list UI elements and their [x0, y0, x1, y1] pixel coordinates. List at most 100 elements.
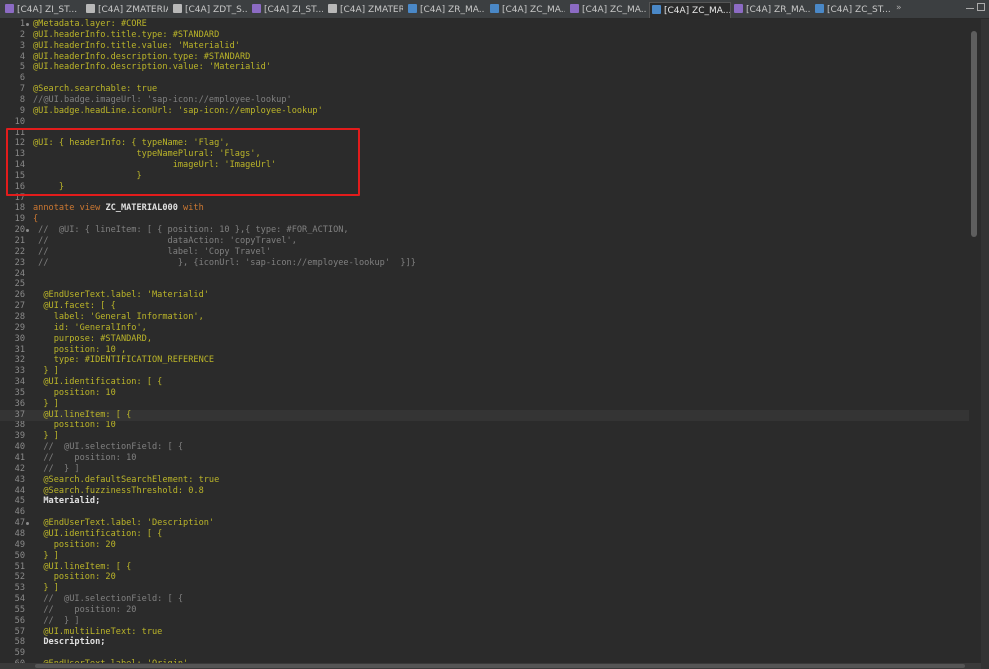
code-line[interactable]: 23 // }, {iconUrl: 'sap-icon://employee-…: [0, 258, 969, 269]
code-line[interactable]: 57 @UI.multiLineText: true: [0, 627, 969, 638]
code-line[interactable]: 25: [0, 279, 969, 290]
code-line[interactable]: 49 position: 20: [0, 540, 969, 551]
code-line[interactable]: 9 @UI.badge.headLine.iconUrl: 'sap-icon:/…: [0, 106, 969, 117]
code-editor[interactable]: 60 @EndUserText.label: 'Origin'5958 Desc…: [0, 19, 969, 663]
code-token: @UI.badge.headLine.iconUrl: 'sap-icon://…: [33, 105, 323, 116]
code-line[interactable]: 52 position: 20: [0, 572, 969, 583]
code-text: position: 10: [33, 420, 116, 431]
code-text: } ]: [33, 583, 59, 594]
vertical-scrollbar-thumb[interactable]: [971, 31, 977, 237]
code-line[interactable]: 44 @Search.fuzzinessThreshold: 0.8: [0, 486, 969, 497]
code-line[interactable]: 22 // label: 'Copy Travel': [0, 247, 969, 258]
code-line[interactable]: 29 id: 'GeneralInfo',: [0, 323, 969, 334]
tab-6[interactable]: [C4A] ZC_MA...: [488, 2, 565, 18]
code-line[interactable]: 48 @UI.identification: [ {: [0, 529, 969, 540]
line-number: 19: [14, 214, 25, 225]
code-line[interactable]: 40 // @UI.selectionField: [ {: [0, 442, 969, 453]
code-line[interactable]: 1 @Metadata.layer: #CORE: [0, 19, 969, 30]
tab-5[interactable]: [C4A] ZR_MA...: [406, 2, 485, 18]
code-line[interactable]: 39 } ]: [0, 431, 969, 442]
code-text: @UI.headerInfo.description.value: 'Mater…: [33, 62, 271, 73]
code-text: } ]: [33, 399, 59, 410]
fold-marker-icon[interactable]: [26, 229, 29, 233]
code-line[interactable]: 32 type: #IDENTIFICATION_REFERENCE: [0, 355, 969, 366]
tab-0[interactable]: [C4A] ZI_ST...: [3, 2, 81, 18]
code-line[interactable]: 38 position: 10: [0, 420, 969, 431]
code-token: Materialid;: [33, 496, 101, 507]
code-line[interactable]: 21 // dataAction: 'copyTravel',: [0, 236, 969, 247]
code-text: {: [33, 214, 38, 225]
code-text: purpose: #STANDARD,: [33, 334, 152, 345]
code-token: //@UI.badge.imageUrl: 'sap-icon://employ…: [33, 94, 292, 105]
fold-marker-icon[interactable]: [26, 522, 29, 526]
code-line[interactable]: 34 @UI.identification: [ {: [0, 377, 969, 388]
code-line[interactable]: 24: [0, 269, 969, 280]
tab-10[interactable]: [C4A] ZC_ST...: [813, 2, 893, 18]
code-line[interactable]: 36 } ]: [0, 399, 969, 410]
fold-marker-icon[interactable]: [26, 23, 29, 26]
code-line[interactable]: 43 @Search.defaultSearchElement: true: [0, 475, 969, 486]
code-token: id: 'GeneralInfo',: [33, 322, 147, 333]
tab-4[interactable]: [C4A] ZMATER...: [326, 2, 403, 18]
line-number: 5: [19, 62, 25, 73]
code-token: @UI.multiLineText: true: [33, 626, 163, 637]
code-line[interactable]: 33 } ]: [0, 366, 969, 377]
tab-7[interactable]: [C4A] ZC_MA...: [568, 2, 646, 18]
line-number: 21: [14, 236, 25, 246]
code-line[interactable]: 4 @UI.headerInfo.description.type: #STAND…: [0, 52, 969, 63]
code-line[interactable]: 6: [0, 73, 969, 84]
horizontal-scrollbar-thumb[interactable]: [35, 664, 965, 668]
code-line[interactable]: 53 } ]: [0, 583, 969, 594]
code-text: // @UI.selectionField: [ {: [33, 594, 183, 605]
code-line[interactable]: 26 @EndUserText.label: 'Materialid': [0, 290, 969, 301]
code-line[interactable]: 55 // position: 20: [0, 605, 969, 616]
code-line[interactable]: 28 label: 'General Information',: [0, 312, 969, 323]
code-line[interactable]: 37 @UI.lineItem: [ {: [0, 409, 969, 421]
code-text: @EndUserText.label: 'Description': [33, 518, 214, 529]
code-line[interactable]: 10: [0, 117, 969, 128]
code-line[interactable]: 20 // @UI: { lineItem: [ { position: 10 …: [0, 225, 969, 236]
tab-8[interactable]: [C4A] ZC_MA...×: [649, 2, 731, 18]
code-line[interactable]: 46: [0, 507, 969, 518]
code-line[interactable]: 18 annotate view ZC_MATERIAL000 with: [0, 203, 969, 214]
tab-1[interactable]: [C4A] ZMATERIAL: [84, 2, 168, 18]
tab-9[interactable]: [C4A] ZR_MA...: [732, 2, 810, 18]
code-token: Description;: [33, 637, 106, 648]
line-number: 54: [14, 594, 25, 605]
code-line[interactable]: 58 Description;: [0, 637, 969, 648]
code-line[interactable]: 8 //@UI.badge.imageUrl: 'sap-icon://emplo…: [0, 95, 969, 106]
code-line[interactable]: 19 {: [0, 214, 969, 225]
code-text: position: 10: [33, 388, 116, 399]
code-line[interactable]: 30 purpose: #STANDARD,: [0, 334, 969, 345]
code-line[interactable]: 51 @UI.lineItem: [ {: [0, 562, 969, 573]
code-line[interactable]: 31 position: 10 ,: [0, 345, 969, 356]
code-text: @UI.identification: [ {: [33, 377, 162, 388]
line-number: 29: [14, 322, 25, 333]
code-line[interactable]: 5 @UI.headerInfo.description.value: 'Mate…: [0, 62, 969, 73]
code-line[interactable]: 56 // } ]: [0, 616, 969, 627]
code-line[interactable]: 2 @UI.headerInfo.title.type: #STANDARD: [0, 30, 969, 41]
tab-2[interactable]: [C4A] ZDT_S...: [171, 2, 247, 18]
minimize-icon[interactable]: [966, 3, 974, 9]
code-line[interactable]: 35 position: 10: [0, 388, 969, 399]
line-number: 50: [14, 550, 25, 561]
code-text: // position: 10: [33, 453, 136, 464]
code-token: @EndUserText.label: 'Description': [33, 518, 215, 529]
line-number: 45: [14, 496, 25, 507]
tab-3[interactable]: [C4A] ZI_ST...: [250, 2, 323, 18]
code-line[interactable]: 54 // @UI.selectionField: [ {: [0, 594, 969, 605]
code-line[interactable]: 45 Materialid;: [0, 496, 969, 507]
maximize-icon[interactable]: [977, 3, 985, 11]
code-line[interactable]: 50 } ]: [0, 551, 969, 562]
code-text: @UI.identification: [ {: [33, 529, 162, 540]
code-line[interactable]: 42 // } ]: [0, 464, 969, 475]
code-line[interactable]: 41 // position: 10: [0, 453, 969, 464]
tab-overflow-button[interactable]: »: [896, 3, 902, 13]
line-number: 59: [14, 648, 25, 659]
code-line[interactable]: 47 @EndUserText.label: 'Description': [0, 518, 969, 529]
code-line[interactable]: 59: [0, 648, 969, 659]
code-line[interactable]: 3 @UI.headerInfo.title.value: 'Materialid…: [0, 41, 969, 52]
code-line[interactable]: 27 @UI.facet: [ {: [0, 301, 969, 312]
code-token: with: [177, 203, 204, 214]
code-line[interactable]: 7 @Search.searchable: true: [0, 84, 969, 95]
